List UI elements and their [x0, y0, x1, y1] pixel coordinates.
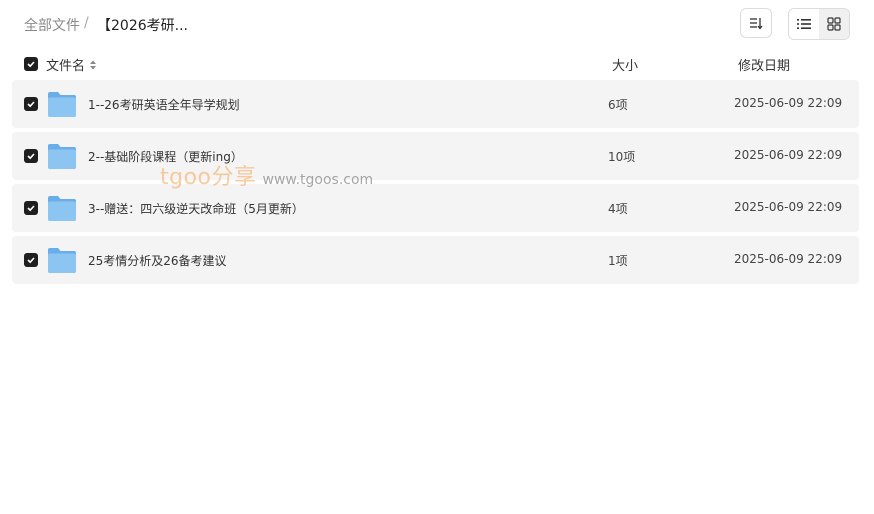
file-size: 6项: [608, 98, 628, 112]
column-header-size[interactable]: 大小: [612, 55, 638, 74]
breadcrumb-root[interactable]: 全部文件: [24, 15, 80, 35]
breadcrumb-current: 【2026考研...: [97, 18, 188, 34]
check-icon: [27, 205, 35, 212]
sort-arrows-icon: [90, 60, 97, 69]
folder-icon: [48, 92, 76, 117]
file-name[interactable]: 2--基础阶段课程（更新ing）: [88, 148, 243, 165]
file-name[interactable]: 25考情分析及26备考建议: [88, 252, 227, 269]
folder-icon: [48, 196, 76, 221]
list-view-button[interactable]: [789, 9, 819, 39]
row-checkbox[interactable]: [24, 253, 38, 267]
folder-icon: [48, 248, 76, 273]
row-checkbox[interactable]: [24, 97, 38, 111]
row-checkbox[interactable]: [24, 149, 38, 163]
column-name-label: 文件名: [46, 59, 86, 74]
sort-button[interactable]: [740, 8, 772, 38]
check-icon: [27, 101, 35, 108]
table-row[interactable]: 25考情分析及26备考建议 1项 2025-06-09 22:09: [12, 236, 859, 284]
grid-view-icon: [827, 17, 841, 31]
table-row[interactable]: 2--基础阶段课程（更新ing） 10项 2025-06-09 22:09: [12, 132, 859, 180]
file-name[interactable]: 3--赠送：四六级逆天改命班（5月更新）: [88, 200, 304, 217]
file-date: 2025-06-09 22:09: [734, 96, 843, 110]
folder-icon: [48, 144, 76, 169]
row-checkbox[interactable]: [24, 201, 38, 215]
column-header-name[interactable]: 文件名: [46, 55, 98, 74]
top-bar: 全部文件 / 【2026考研...: [0, 0, 874, 48]
check-icon: [27, 61, 35, 68]
column-header-date[interactable]: 修改日期: [738, 55, 790, 74]
table-row[interactable]: 1--26考研英语全年导学规划 6项 2025-06-09 22:09: [12, 80, 859, 128]
breadcrumb-separator: /: [84, 15, 89, 31]
file-date: 2025-06-09 22:09: [734, 252, 843, 266]
sort-icon: [750, 18, 763, 30]
file-size: 1项: [608, 254, 628, 268]
grid-view-button[interactable]: [819, 9, 849, 39]
table-header: 文件名 大小 修改日期: [0, 52, 874, 76]
file-date: 2025-06-09 22:09: [734, 148, 843, 162]
list-view-icon: [797, 19, 811, 29]
check-icon: [27, 153, 35, 160]
file-size: 4项: [608, 202, 628, 216]
view-toggle: [788, 8, 850, 40]
table-row[interactable]: 3--赠送：四六级逆天改命班（5月更新） 4项 2025-06-09 22:09: [12, 184, 859, 232]
check-icon: [27, 257, 35, 264]
select-all-checkbox[interactable]: [24, 57, 38, 71]
file-name[interactable]: 1--26考研英语全年导学规划: [88, 96, 240, 113]
file-date: 2025-06-09 22:09: [734, 200, 843, 214]
file-size: 10项: [608, 150, 636, 164]
